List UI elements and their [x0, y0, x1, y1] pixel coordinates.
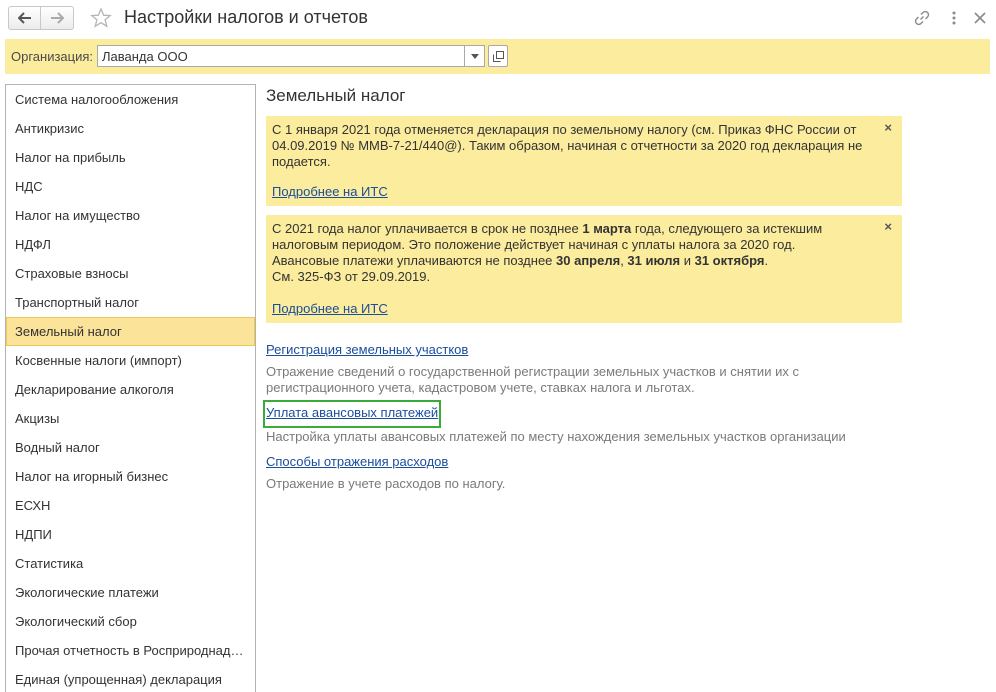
- organization-open-button[interactable]: [488, 45, 508, 67]
- its-link[interactable]: Подробнее на ИТС: [272, 184, 388, 200]
- arrow-left-icon: [17, 12, 31, 24]
- its-link[interactable]: Подробнее на ИТС: [272, 301, 388, 317]
- advance-payments-description: Настройка уплаты авансовых платежей по м…: [266, 429, 846, 444]
- land-registration-link[interactable]: Регистрация земельных участков: [266, 342, 468, 357]
- more-menu-icon[interactable]: [945, 9, 963, 27]
- chevron-down-icon: [470, 53, 479, 59]
- advance-payments-link[interactable]: Уплата авансовых платежей: [266, 405, 438, 420]
- notice-panel: С 1 января 2021 года отменяется декларац…: [266, 116, 902, 206]
- notice-close-icon[interactable]: ×: [884, 219, 892, 235]
- sidebar-item-excise[interactable]: Акцизы: [6, 404, 255, 433]
- sidebar-nav: Система налогообложения Антикризис Налог…: [5, 84, 256, 692]
- page-title: Настройки налогов и отчетов: [124, 7, 368, 27]
- sidebar-item-transport-tax[interactable]: Транспортный налог: [6, 288, 255, 317]
- organization-field[interactable]: Лаванда ООО: [97, 45, 465, 67]
- close-icon[interactable]: [971, 9, 989, 27]
- sidebar-item-eco-fee[interactable]: Экологический сбор: [6, 607, 255, 636]
- sidebar-item-other-reporting[interactable]: Прочая отчетность в Росприроднад…: [6, 636, 255, 665]
- title-bar: Настройки налогов и отчетов: [0, 0, 996, 36]
- favorite-star-icon[interactable]: [90, 7, 112, 29]
- sidebar-item-anticrisis[interactable]: Антикризис: [6, 114, 255, 143]
- sidebar-item-property-tax[interactable]: Налог на имущество: [6, 201, 255, 230]
- link-icon[interactable]: [913, 9, 931, 27]
- sidebar-item-ndpi[interactable]: НДПИ: [6, 520, 255, 549]
- land-registration-description: Отражение сведений о государственной рег…: [266, 364, 799, 395]
- notice-text: С 1 января 2021 года отменяется декларац…: [272, 122, 863, 169]
- notice-close-icon[interactable]: ×: [884, 120, 892, 136]
- notice-text: С 2021 года налог уплачивается в срок не…: [272, 221, 823, 252]
- sidebar-item-vat[interactable]: НДС: [6, 172, 255, 201]
- forward-button[interactable]: [41, 6, 74, 30]
- expense-methods-link[interactable]: Способы отражения расходов: [266, 454, 448, 469]
- sidebar-item-unified-declaration[interactable]: Единая (упрощенная) декларация: [6, 665, 255, 692]
- notice-panel: С 2021 года налог уплачивается в срок не…: [266, 215, 902, 323]
- back-button[interactable]: [8, 6, 41, 30]
- sidebar-item-tax-system[interactable]: Система налогообложения: [6, 85, 255, 114]
- arrow-right-icon: [51, 12, 64, 24]
- sidebar-item-eco-payments[interactable]: Экологические платежи: [6, 578, 255, 607]
- sidebar-item-indirect-taxes[interactable]: Косвенные налоги (импорт): [6, 346, 255, 375]
- sidebar-item-profit-tax[interactable]: Налог на прибыль: [6, 143, 255, 172]
- open-window-icon: [492, 50, 504, 62]
- sidebar-item-gambling-tax[interactable]: Налог на игорный бизнес: [6, 462, 255, 491]
- sidebar-item-eshn[interactable]: ЕСХН: [6, 491, 255, 520]
- organization-dropdown-button[interactable]: [465, 45, 485, 67]
- sidebar-item-statistics[interactable]: Статистика: [6, 549, 255, 578]
- section-title: Земельный налог: [266, 86, 406, 105]
- expense-methods-description: Отражение в учете расходов по налогу.: [266, 476, 506, 491]
- notice-text: Авансовые платежи уплачиваются не поздне…: [272, 253, 769, 268]
- sidebar-item-land-tax[interactable]: Земельный налог: [6, 317, 255, 346]
- organization-label: Организация:: [11, 49, 94, 64]
- sidebar-item-water-tax[interactable]: Водный налог: [6, 433, 255, 462]
- sidebar-item-insurance[interactable]: Страховые взносы: [6, 259, 255, 288]
- organization-bar: Организация: Лаванда ООО: [5, 39, 990, 74]
- sidebar-item-alcohol[interactable]: Декларирование алкоголя: [6, 375, 255, 404]
- notice-text: См. 325-ФЗ от 29.09.2019.: [272, 269, 431, 284]
- sidebar-item-ndfl[interactable]: НДФЛ: [6, 230, 255, 259]
